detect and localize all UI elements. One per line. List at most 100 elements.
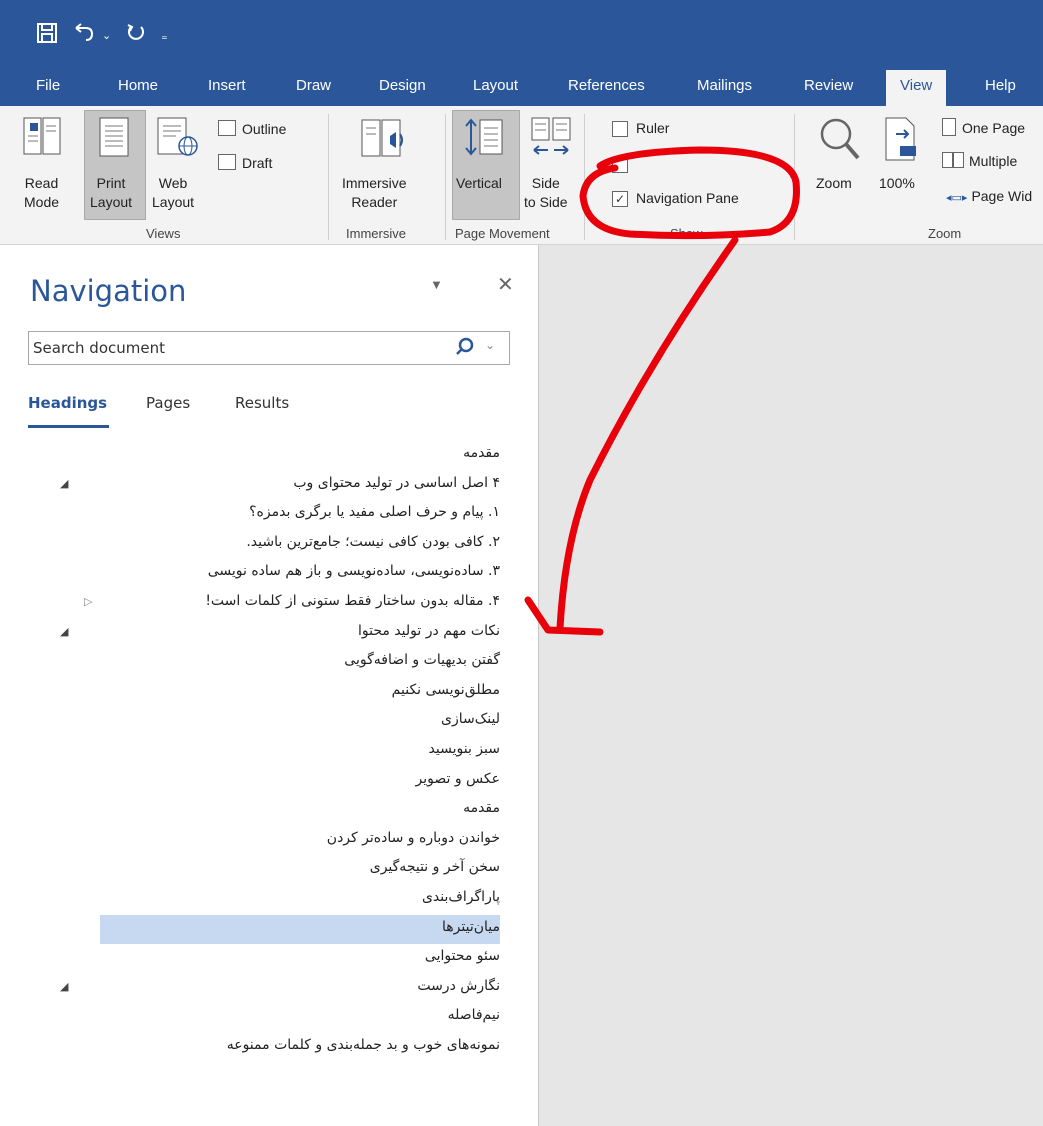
- vertical-label: Vertical: [456, 175, 502, 191]
- heading-item[interactable]: ۲. کافی بودن کافی نیست؛ جامع‌ترین باشید.: [0, 530, 538, 559]
- redo-icon[interactable]: [125, 22, 147, 49]
- draft-button[interactable]: Draft: [218, 154, 272, 171]
- heading-item[interactable]: مقدمه: [0, 441, 538, 470]
- close-icon[interactable]: ✕: [497, 272, 514, 297]
- outline-icon: [218, 120, 236, 136]
- heading-text: ۳. ساده‌نویسی، ساده‌نویسی و باز هم ساده …: [207, 563, 500, 580]
- tab-design[interactable]: Design: [379, 77, 426, 94]
- navigation-pane: Navigation ▼ ✕ ⌄ Headings Pages Results …: [0, 245, 539, 1126]
- group-divider: [794, 114, 795, 240]
- heading-text: سئو محتوایی: [424, 948, 500, 965]
- heading-text: ۴. مقاله بدون ساختار فقط ستونی از کلمات …: [205, 593, 500, 609]
- one-page-button[interactable]: One Page: [942, 118, 1025, 136]
- heading-item[interactable]: ◢ نگارش درست: [0, 974, 538, 1003]
- heading-item[interactable]: پاراگراف‌بندی: [0, 885, 538, 914]
- draft-icon: [218, 154, 236, 170]
- tab-home[interactable]: Home: [118, 77, 158, 94]
- print-layout-label: Print Layout: [90, 175, 133, 210]
- heading-text: نیم‌فاصله: [447, 1007, 500, 1024]
- multiple-pages-button[interactable]: Multiple: [942, 152, 1017, 169]
- heading-item[interactable]: ۳. ساده‌نویسی، ساده‌نویسی و باز هم ساده …: [0, 559, 538, 588]
- print-layout-icon: [98, 116, 130, 161]
- immersive-reader-button[interactable]: Immersive Reader: [342, 174, 407, 212]
- page-width-button[interactable]: ◂▭▸ Page Wid: [946, 188, 1032, 204]
- gridlines-checkbox[interactable]: [612, 156, 636, 174]
- expand-caret-icon[interactable]: ◢: [60, 477, 68, 490]
- vertical-icon: [462, 116, 506, 163]
- heading-item[interactable]: ◢ نکات مهم در تولید محتوا: [0, 619, 538, 648]
- heading-item[interactable]: میان‌تیترها: [0, 914, 538, 944]
- heading-item[interactable]: سبز بنویسید: [0, 737, 538, 766]
- heading-item[interactable]: خواندن دوباره و ساده‌تر کردن: [0, 826, 538, 855]
- heading-item[interactable]: ◢ ۴ اصل اساسی در تولید محتوای وب: [0, 471, 538, 500]
- group-divider: [328, 114, 329, 240]
- ribbon: Read Mode Print Layout Web Layout Outlin…: [0, 106, 1043, 245]
- tab-headings[interactable]: Headings: [28, 394, 107, 412]
- heading-text: ۲. کافی بودن کافی نیست؛ جامع‌ترین باشید.: [246, 533, 500, 550]
- save-icon[interactable]: [36, 22, 58, 49]
- heading-item[interactable]: لینک‌سازی: [0, 707, 538, 736]
- tab-review[interactable]: Review: [804, 77, 853, 94]
- page-movement-group-label: Page Movement: [455, 226, 550, 241]
- heading-item[interactable]: ▷ ۴. مقاله بدون ساختار فقط ستونی از کلمات…: [0, 589, 538, 618]
- quick-access-toolbar: ⌄ ₌: [36, 22, 168, 49]
- side-to-side-button[interactable]: Side to Side: [524, 174, 568, 212]
- heading-item[interactable]: مقدمه: [0, 796, 538, 825]
- expand-caret-icon[interactable]: ◢: [60, 980, 68, 993]
- immersive-reader-icon: [360, 114, 408, 165]
- gridlines-checkbox-box: [612, 157, 628, 174]
- zoom-100-button[interactable]: 100%: [879, 174, 915, 193]
- pane-options-icon[interactable]: ▼: [430, 277, 443, 292]
- tab-view[interactable]: View: [886, 70, 947, 106]
- heading-text: خواندن دوباره و ساده‌تر کردن: [326, 829, 500, 846]
- heading-item[interactable]: مطلق‌نویسی نکنیم: [0, 678, 538, 707]
- web-layout-button[interactable]: Web Layout: [152, 174, 194, 212]
- heading-item[interactable]: ۱. پیام و حرف اصلی مفید یا برگری بدمزه؟: [0, 500, 538, 529]
- heading-text: نکات مهم در تولید محتوا: [358, 622, 500, 639]
- tab-insert[interactable]: Insert: [208, 77, 246, 94]
- search-input[interactable]: [33, 337, 433, 359]
- tab-file[interactable]: File: [36, 77, 60, 94]
- heading-text: سبز بنویسید: [428, 741, 500, 757]
- ruler-checkbox[interactable]: Ruler: [612, 120, 669, 138]
- tab-references[interactable]: References: [568, 77, 645, 94]
- tab-layout[interactable]: Layout: [473, 77, 518, 94]
- heading-item[interactable]: نیم‌فاصله: [0, 1003, 538, 1032]
- one-page-icon: [942, 118, 956, 136]
- heading-text: سخن آخر و نتیجه‌گیری: [369, 859, 500, 876]
- heading-text: عکس و تصویر: [415, 770, 501, 787]
- heading-text: پاراگراف‌بندی: [421, 889, 500, 905]
- tab-draw[interactable]: Draw: [296, 77, 331, 94]
- navigation-pane-checkbox[interactable]: ✓ Navigation Pane: [612, 190, 739, 208]
- heading-text: ۴ اصل اساسی در تولید محتوای وب: [293, 474, 500, 491]
- heading-item[interactable]: نمونه‌های خوب و بد جمله‌بندی و کلمات ممن…: [0, 1033, 538, 1062]
- undo-icon[interactable]: [72, 22, 96, 49]
- customize-qat-icon[interactable]: ₌: [161, 29, 167, 43]
- tab-pages[interactable]: Pages: [146, 394, 190, 412]
- heading-item[interactable]: عکس و تصویر: [0, 767, 538, 796]
- undo-dropdown-icon[interactable]: ⌄: [102, 29, 111, 42]
- checkmark-icon: ✓: [612, 191, 628, 208]
- group-divider: [445, 114, 446, 240]
- outline-button[interactable]: Outline: [218, 120, 286, 137]
- heading-text: ۱. پیام و حرف اصلی مفید یا برگری بدمزه؟: [249, 504, 500, 521]
- heading-item[interactable]: گفتن بدیهیات و اضافه‌گویی: [0, 648, 538, 677]
- tab-results[interactable]: Results: [235, 394, 289, 412]
- expand-caret-icon[interactable]: ◢: [60, 625, 68, 638]
- heading-item[interactable]: سخن آخر و نتیجه‌گیری: [0, 855, 538, 884]
- tab-help[interactable]: Help: [985, 77, 1016, 94]
- multiple-pages-icon: [942, 152, 964, 168]
- search-icon[interactable]: [455, 337, 475, 362]
- heading-text: مطلق‌نویسی نکنیم: [391, 681, 500, 698]
- read-mode-button[interactable]: Read Mode: [24, 174, 59, 212]
- tab-mailings[interactable]: Mailings: [697, 77, 752, 94]
- collapse-caret-icon[interactable]: ▷: [84, 595, 92, 608]
- side-to-side-icon: [530, 116, 574, 163]
- read-mode-icon: [22, 114, 62, 161]
- heading-text: مقدمه: [463, 800, 500, 817]
- selection-highlight: [100, 914, 500, 944]
- zoom-icon: [818, 116, 862, 165]
- zoom-button[interactable]: Zoom: [816, 174, 852, 193]
- heading-item[interactable]: سئو محتوایی: [0, 944, 538, 973]
- chevron-down-icon[interactable]: ⌄: [485, 338, 495, 352]
